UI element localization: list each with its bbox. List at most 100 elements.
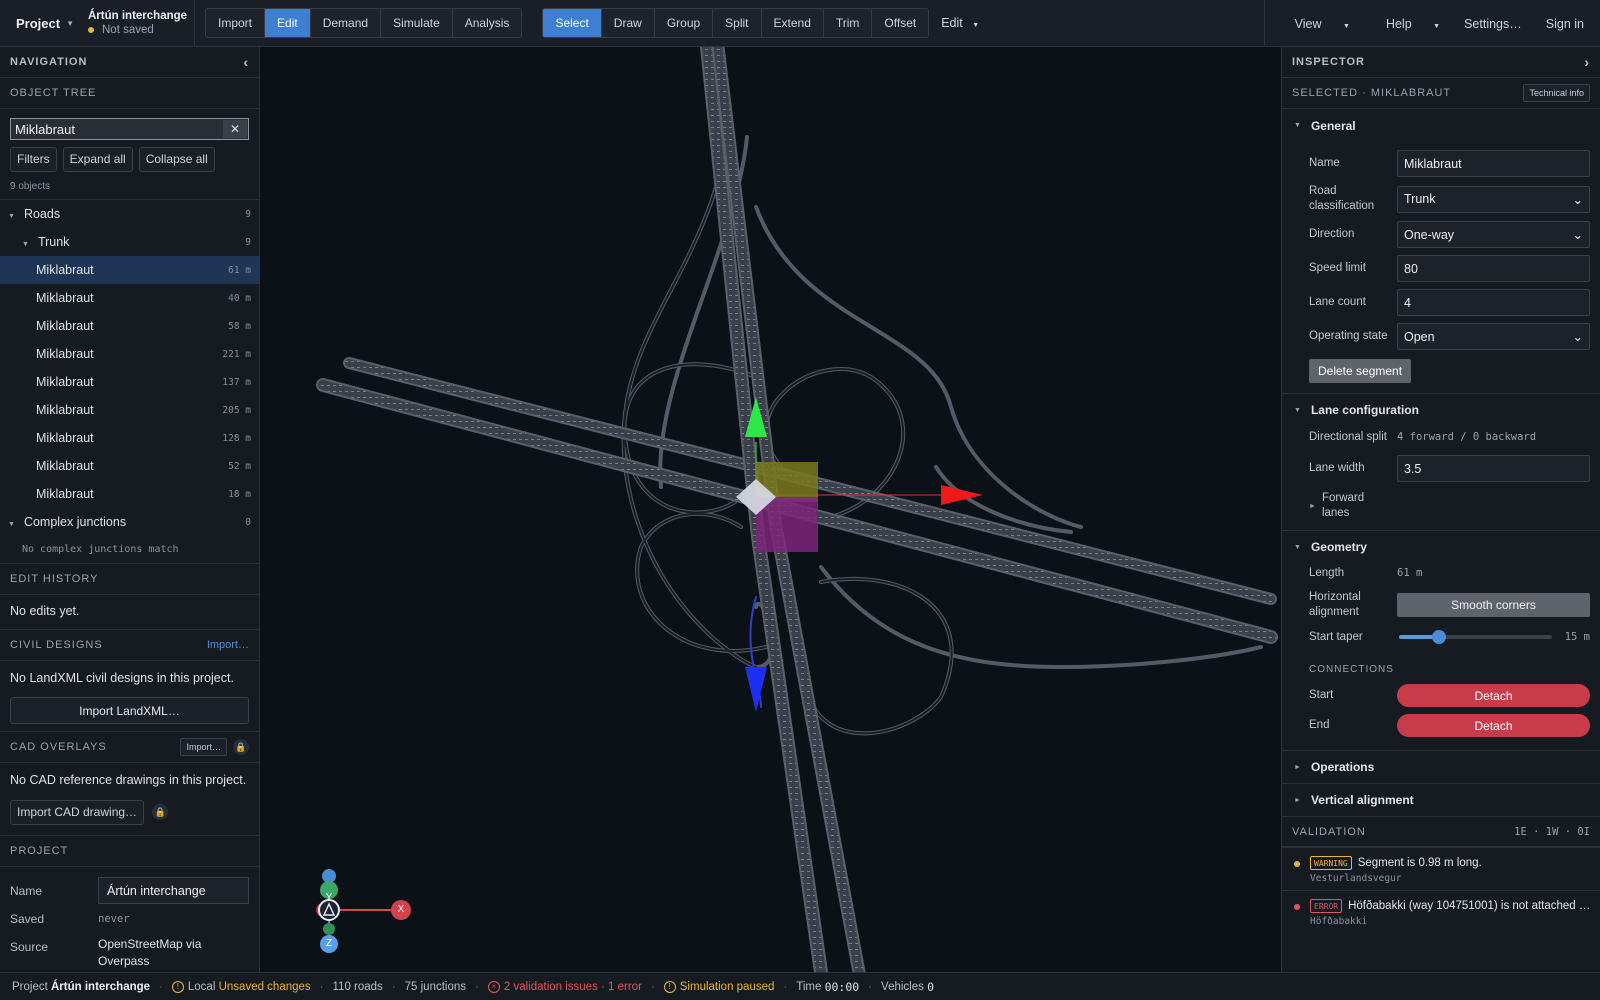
- status-time-value: 00:00: [824, 979, 860, 994]
- project-source-row: Source OpenStreetMap via Overpass: [0, 936, 259, 970]
- object-count: 9 objects: [10, 181, 51, 192]
- tab-edit[interactable]: Edit: [265, 9, 311, 37]
- group-label: Trunk: [37, 235, 70, 249]
- draw-tool-button[interactable]: Draw: [601, 9, 655, 37]
- collapse-right-icon[interactable]: ›: [1584, 54, 1590, 70]
- project-name-input[interactable]: Ártún interchange: [98, 877, 249, 904]
- name-input[interactable]: Miklabraut: [1397, 150, 1590, 177]
- filters-button[interactable]: Filters: [10, 147, 57, 172]
- caret-down-icon[interactable]: ▼: [8, 521, 15, 528]
- technical-info-button[interactable]: Technical info: [1523, 84, 1590, 102]
- view-menu[interactable]: View ▼: [1283, 17, 1350, 31]
- object-tree-header: OBJECT TREE: [0, 78, 259, 109]
- start-taper-slider[interactable]: [1397, 630, 1554, 644]
- cad-import-button[interactable]: Import…: [180, 738, 227, 756]
- operations-section-toggle[interactable]: ► Operations: [1282, 750, 1600, 783]
- status-validation-issues[interactable]: 2 validation issues · 1 error: [504, 981, 642, 993]
- select-tool-button[interactable]: Select: [543, 9, 602, 37]
- forward-lanes-toggle[interactable]: ► Forward lanes: [1282, 489, 1600, 523]
- tree-item-road[interactable]: Miklabraut 205 m: [0, 396, 259, 424]
- severity-dot-icon: [1294, 904, 1300, 910]
- split-tool-button[interactable]: Split: [713, 9, 762, 37]
- classification-select[interactable]: Trunk ⌄: [1397, 185, 1590, 213]
- project-menu-label[interactable]: Project: [16, 16, 60, 31]
- offset-tool-button[interactable]: Offset: [872, 9, 929, 37]
- lane-width-input[interactable]: 3.5: [1397, 455, 1590, 482]
- direction-select[interactable]: One-way ⌄: [1397, 221, 1590, 248]
- tree-group-trunk[interactable]: ▼ Trunk 9: [0, 228, 259, 256]
- search-value[interactable]: Miklabraut: [15, 122, 75, 137]
- geometry-section-toggle[interactable]: ▼ Geometry: [1282, 530, 1600, 563]
- extend-tool-button[interactable]: Extend: [761, 9, 824, 37]
- sign-in-button[interactable]: Sign in: [1546, 17, 1584, 31]
- field-label: Horizontal alignment: [1309, 591, 1361, 618]
- directional-split-field: Directional split 4 forward / 0 backward: [1282, 426, 1600, 448]
- tree-group-complex-junctions[interactable]: ▼ Complex junctions 0: [0, 508, 259, 536]
- detach-end-button[interactable]: Detach: [1397, 714, 1590, 737]
- tab-import[interactable]: Import: [206, 9, 266, 37]
- delete-segment-button[interactable]: Delete segment: [1309, 359, 1412, 383]
- settings-button[interactable]: Settings…: [1464, 17, 1522, 31]
- tree-search-input[interactable]: Miklabraut ✕: [10, 118, 249, 140]
- tree-item-road[interactable]: Miklabraut 40 m: [0, 284, 259, 312]
- status-unsaved[interactable]: Unsaved changes: [219, 981, 311, 993]
- help-menu-label[interactable]: Help: [1386, 17, 1412, 31]
- status-local: Local: [187, 980, 216, 993]
- road-network-drawing[interactable]: [261, 47, 1281, 972]
- map-viewport[interactable]: Y X Z: [261, 47, 1281, 972]
- tree-item-road[interactable]: Miklabraut 58 m: [0, 312, 259, 340]
- tree-item-road[interactable]: Miklabraut 52 m: [0, 452, 259, 480]
- slider-thumb[interactable]: [1432, 630, 1447, 644]
- tab-analysis[interactable]: Analysis: [452, 9, 522, 37]
- view-menu-label[interactable]: View: [1295, 17, 1322, 31]
- speed-limit-input[interactable]: 80: [1397, 255, 1590, 282]
- collapse-left-icon[interactable]: ‹: [243, 54, 249, 70]
- lane-count-input[interactable]: 4: [1397, 289, 1590, 316]
- caret-right-icon: ►: [1294, 796, 1301, 804]
- caret-down-icon[interactable]: ▼: [22, 241, 29, 248]
- civil-import-link[interactable]: Import…: [207, 639, 249, 651]
- validation-counts: 1E · 1W · 0I: [1514, 825, 1590, 838]
- smooth-corners-button[interactable]: Smooth corners: [1397, 593, 1590, 617]
- tree-item-road[interactable]: Miklabraut 221 m: [0, 340, 259, 368]
- lane-config-section-toggle[interactable]: ▼ Lane configuration: [1282, 393, 1600, 426]
- tree-item-label: Miklabraut: [36, 319, 94, 333]
- expand-all-button[interactable]: Expand all: [62, 147, 133, 172]
- general-section-toggle[interactable]: ▼ General: [1282, 109, 1600, 142]
- status-project-label: Project: [12, 980, 48, 993]
- warning-icon: !: [171, 980, 184, 993]
- start-connection-field: Start Detach: [1282, 684, 1600, 707]
- group-tool-button[interactable]: Group: [654, 9, 714, 37]
- vertical-alignment-section-toggle[interactable]: ► Vertical alignment: [1282, 783, 1600, 816]
- import-landxml-button[interactable]: Import LandXML…: [10, 697, 249, 724]
- trim-tool-button[interactable]: Trim: [823, 9, 873, 37]
- help-menu[interactable]: Help ▼: [1374, 17, 1440, 31]
- pause-icon: !: [663, 980, 676, 993]
- edit-menu-label[interactable]: Edit: [941, 16, 963, 30]
- validation-item[interactable]: WARNING Segment is 0.98 m long. Vesturland…: [1282, 847, 1600, 890]
- tree-item-road[interactable]: Miklabraut 137 m: [0, 368, 259, 396]
- split-value: 4 forward / 0 backward: [1397, 431, 1537, 443]
- lane-count-field: Lane count 4: [1282, 289, 1600, 316]
- tree-item-road[interactable]: Miklabraut 128 m: [0, 424, 259, 452]
- tab-demand[interactable]: Demand: [310, 9, 382, 37]
- tree-item-label: Miklabraut: [36, 375, 94, 389]
- clear-search-icon[interactable]: ✕: [223, 120, 247, 138]
- tree-item-road[interactable]: Miklabraut 18 m: [0, 480, 259, 508]
- edit-menu[interactable]: Edit ▼: [941, 16, 979, 30]
- z-axis-label: Z: [325, 938, 333, 949]
- collapse-all-button[interactable]: Collapse all: [138, 147, 215, 172]
- z-axis-arrow[interactable]: [745, 667, 767, 712]
- validation-item[interactable]: ERROR Höfðabakki (way 104751001) is not a…: [1282, 890, 1600, 933]
- field-label: Road classification: [1309, 185, 1375, 212]
- tab-simulate[interactable]: Simulate: [381, 9, 453, 37]
- horizontal-alignment-field: Horizontal alignment Smooth corners: [1282, 590, 1600, 620]
- caret-down-icon[interactable]: ▼: [8, 213, 15, 220]
- tree-item-length: 61 m: [228, 264, 251, 276]
- project-switcher[interactable]: Project ▼ Ártún interchange Not saved: [0, 0, 195, 46]
- operating-state-select[interactable]: Open ⌄: [1397, 323, 1590, 350]
- detach-start-button[interactable]: Detach: [1397, 684, 1590, 707]
- tree-group-roads[interactable]: ▼ Roads 9: [0, 200, 259, 228]
- import-cad-button[interactable]: Import CAD drawing…: [10, 799, 145, 825]
- tree-item-road[interactable]: Miklabraut 61 m: [0, 256, 259, 284]
